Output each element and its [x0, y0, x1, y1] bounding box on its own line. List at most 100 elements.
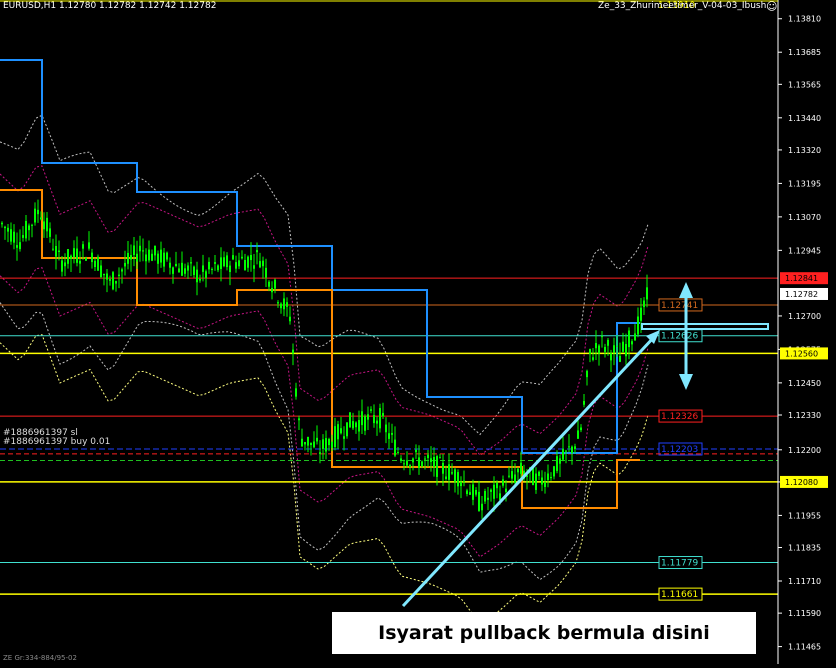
candle-body: [304, 441, 306, 445]
candle-body: [493, 484, 495, 499]
candle-body: [571, 446, 573, 454]
level-label: 1.12626: [661, 332, 698, 342]
candle-body: [550, 477, 552, 479]
candle-body: [535, 473, 537, 490]
candle-body: [538, 471, 540, 476]
candle-body: [247, 256, 249, 268]
candle-body: [79, 260, 81, 264]
candle-body: [358, 420, 360, 432]
candle-body: [211, 268, 213, 270]
candle-body: [31, 224, 33, 226]
candle-body: [544, 481, 546, 487]
candle-body: [547, 473, 549, 480]
candle-body: [520, 462, 522, 474]
candle-body: [10, 229, 12, 242]
candle-body: [601, 336, 603, 338]
candle-body: [274, 279, 276, 289]
candle-body: [409, 465, 411, 468]
candle-body: [481, 503, 483, 511]
candle-body: [556, 456, 558, 471]
candle-body: [133, 245, 135, 255]
candle-body: [88, 242, 90, 249]
candle-body: [373, 415, 375, 424]
candle-body: [28, 225, 30, 231]
candle-body: [634, 333, 636, 341]
y-tick-label: 1.13810: [788, 15, 821, 24]
candle-body: [241, 256, 243, 259]
y-tick-label: 1.13320: [788, 146, 821, 155]
candle-body: [19, 242, 21, 250]
candle-body: [154, 245, 156, 256]
candle-body: [472, 484, 474, 500]
candle-body: [343, 436, 345, 439]
candle-body: [379, 408, 381, 429]
candle-body: [232, 255, 234, 260]
candle-body: [148, 249, 150, 261]
candle-body: [316, 437, 318, 442]
y-tick-label: 1.13195: [788, 179, 821, 188]
candle-body: [313, 441, 315, 448]
price-tag-label: 1.12080: [785, 478, 818, 487]
candle-body: [349, 412, 351, 428]
candle-body: [562, 448, 564, 460]
candle-body: [34, 208, 36, 223]
candle-body: [46, 217, 48, 232]
candle-body: [592, 357, 594, 360]
price-tag-label: 1.12782: [785, 290, 818, 299]
candle-body: [565, 450, 567, 452]
y-tick-label: 1.12450: [788, 379, 821, 388]
candle-body: [280, 303, 282, 309]
chart-window[interactable]: 1.12741 1.12626 1.12326 1.12203 1.11779 1.116…: [0, 0, 836, 664]
candle-body: [442, 462, 444, 474]
candle-body: [613, 345, 615, 353]
candle-body: [109, 279, 111, 281]
y-tick-label: 1.11710: [788, 577, 821, 586]
candle-body: [625, 343, 627, 357]
candle-body: [235, 262, 237, 269]
candle-body: [271, 287, 273, 293]
candle-body: [229, 265, 231, 273]
candle-body: [184, 268, 186, 274]
candle-body: [142, 250, 144, 252]
candle-body: [202, 265, 204, 272]
candle-body: [190, 262, 192, 264]
candle-body: [622, 341, 624, 352]
level-label: 1.12326: [661, 412, 698, 422]
candle-body: [298, 418, 300, 421]
candle-body: [325, 438, 327, 452]
candle-body: [631, 341, 633, 345]
candle-body: [370, 409, 372, 411]
candle-body: [118, 274, 120, 276]
candle-body: [496, 482, 498, 489]
candle-body: [595, 343, 597, 349]
annotation-text: Isyarat pullback bermula disini: [378, 622, 710, 644]
candle-body: [418, 457, 420, 468]
candle-body: [217, 265, 219, 271]
candle-body: [259, 261, 261, 268]
y-tick-label: 1.13070: [788, 213, 821, 222]
candle-body: [322, 439, 324, 449]
candle-body: [127, 252, 129, 264]
candle-body: [187, 265, 189, 271]
candle-body: [76, 248, 78, 263]
candle-body: [163, 252, 165, 267]
candle-body: [466, 490, 468, 495]
candle-body: [124, 262, 126, 267]
y-tick-label: 1.11835: [788, 544, 821, 553]
smiley-icon[interactable]: ☺: [766, 0, 777, 13]
candle-body: [94, 260, 96, 268]
candle-body: [469, 492, 471, 495]
candle-body: [220, 257, 222, 270]
candle-body: [553, 466, 555, 477]
candle-body: [616, 345, 618, 347]
price-chart[interactable]: 1.127411.126261.123261.122031.117791.116…: [0, 0, 836, 664]
candle-body: [508, 475, 510, 477]
candle-body: [67, 249, 69, 264]
candle-body: [301, 438, 303, 447]
candle-body: [424, 458, 426, 460]
candle-body: [445, 476, 447, 479]
candle-body: [85, 257, 87, 261]
candle-body: [214, 262, 216, 264]
candle-body: [460, 481, 462, 487]
candle-body: [361, 411, 363, 426]
